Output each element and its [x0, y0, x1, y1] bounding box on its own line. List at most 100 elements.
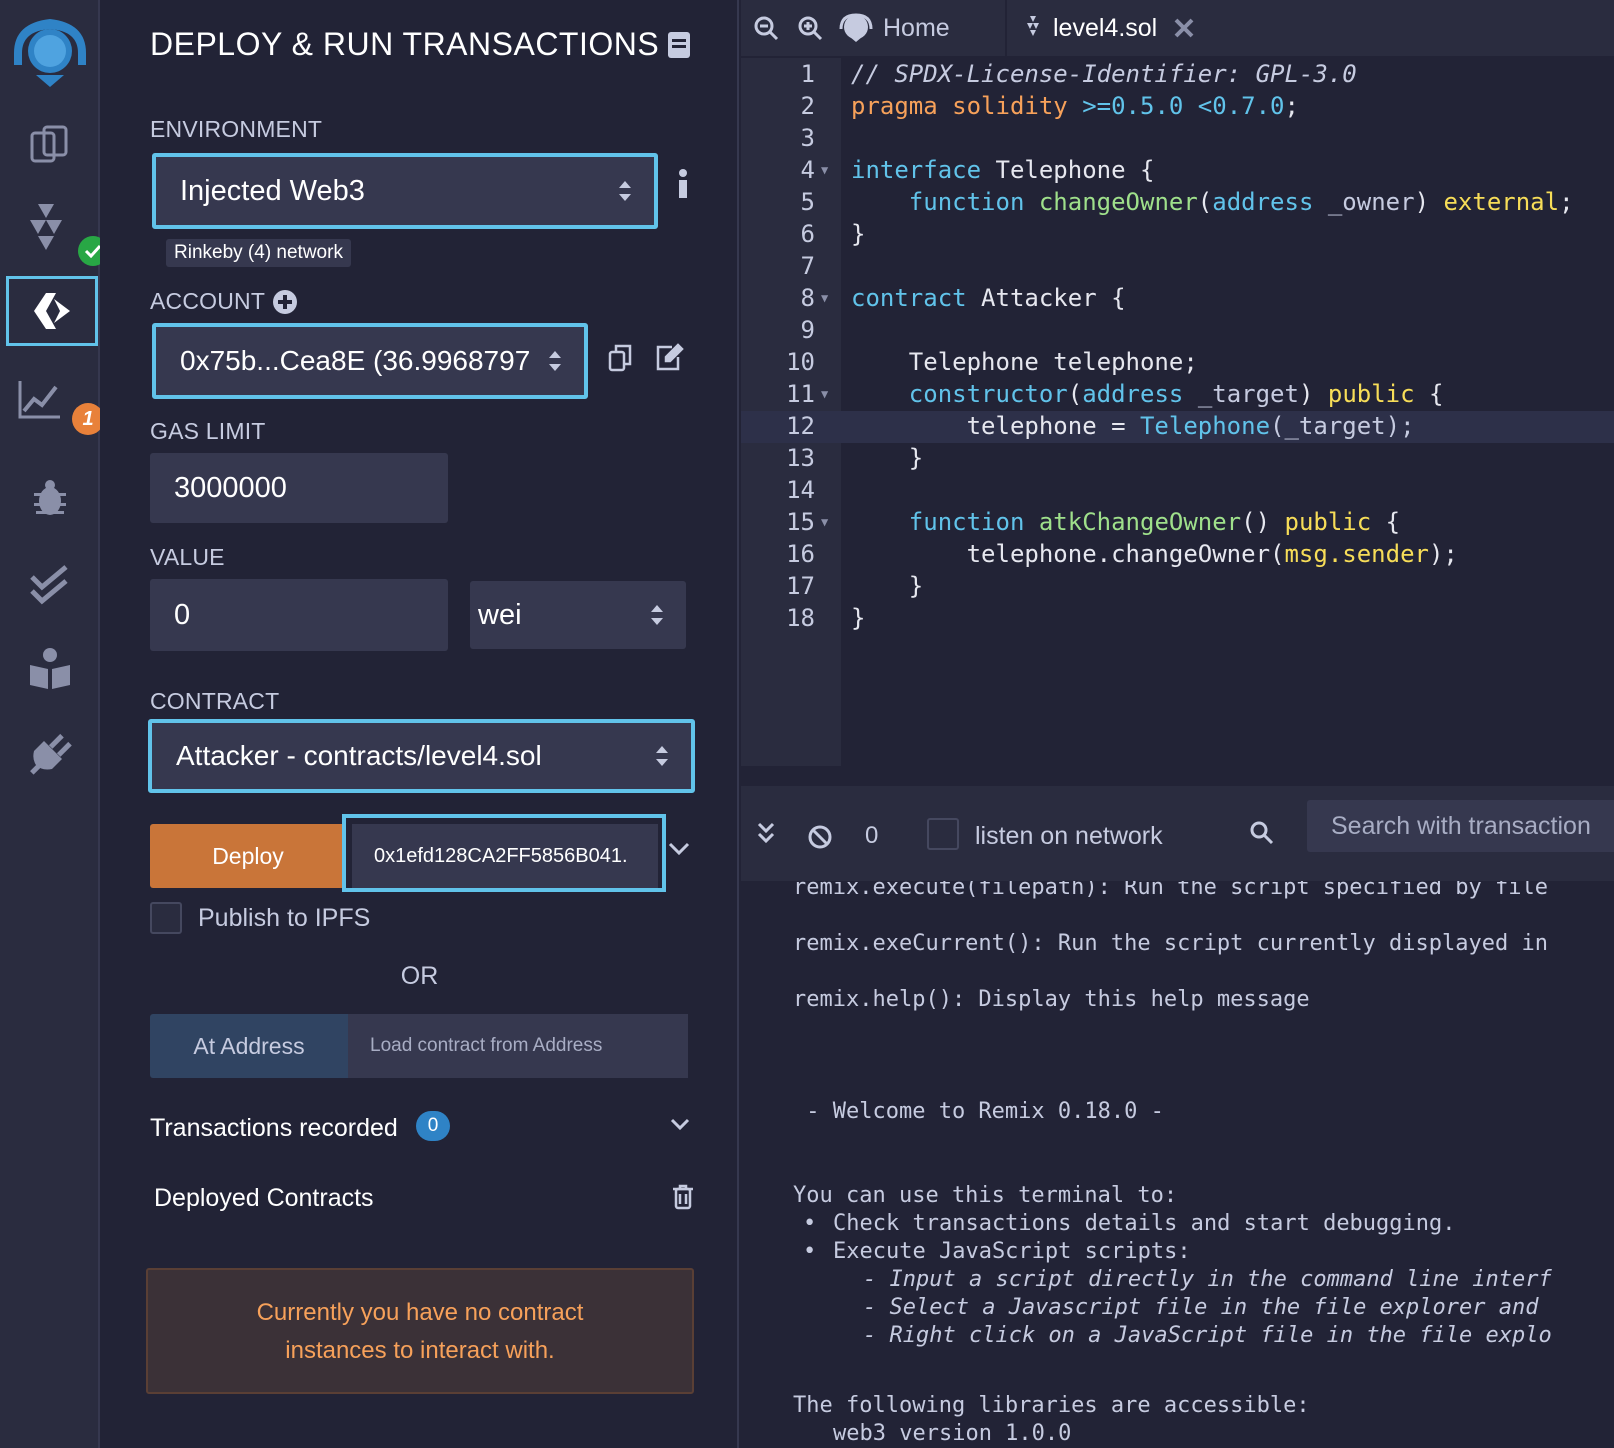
- deploy-button[interactable]: Deploy: [150, 824, 346, 888]
- line-number: 16: [786, 540, 815, 568]
- line-number: 2: [800, 92, 815, 120]
- clear-console-icon[interactable]: [807, 824, 833, 855]
- remix-home-icon: [839, 13, 873, 42]
- debugger-icon[interactable]: [0, 466, 100, 532]
- zoom-out-icon[interactable]: [753, 0, 779, 56]
- deployed-contracts-label: Deployed Contracts: [154, 1184, 374, 1212]
- fold-arrow-icon[interactable]: ▼: [821, 378, 828, 410]
- fold-arrow-icon[interactable]: ▼: [821, 154, 828, 186]
- add-account-icon[interactable]: [272, 289, 298, 320]
- zoom-in-icon[interactable]: [797, 0, 823, 56]
- remix-logo-icon[interactable]: [0, 10, 100, 92]
- no-instances-line1: Currently you have no contract: [256, 1299, 584, 1326]
- search-icon[interactable]: [1249, 820, 1275, 851]
- learneth-icon[interactable]: [0, 636, 100, 702]
- terminal-line: You can use this terminal to:: [793, 1183, 1178, 1208]
- account-select[interactable]: 0x75b...Cea8E (36.9968797: [152, 323, 588, 399]
- info-icon[interactable]: [676, 168, 690, 205]
- tab-level4-sol[interactable]: level4.sol: [1011, 0, 1211, 56]
- code-line-13: }: [851, 444, 924, 472]
- terminal-line: - Select a Javascript file in the file e…: [863, 1295, 1539, 1320]
- code-line-16: telephone.changeOwner(msg.sender);: [966, 540, 1458, 568]
- code-line-18: }: [851, 604, 866, 632]
- icon-bar: 1: [0, 0, 108, 1448]
- bullet-icon: •: [803, 1239, 817, 1264]
- transactions-chevron-icon[interactable]: [670, 1118, 690, 1137]
- trash-icon[interactable]: [672, 1184, 694, 1215]
- listen-network-checkbox[interactable]: [927, 818, 959, 850]
- pending-tx-count: 0: [865, 822, 879, 849]
- edit-icon[interactable]: [654, 343, 684, 376]
- environment-select[interactable]: Injected Web3: [152, 153, 658, 229]
- tab-home-label: Home: [883, 13, 950, 42]
- select-arrows-icon: [549, 351, 561, 371]
- contract-value: Attacker - contracts/level4.sol: [176, 740, 542, 771]
- analysis-icon[interactable]: 1: [0, 372, 104, 442]
- file-explorer-icon[interactable]: [0, 110, 100, 180]
- fold-arrow-icon[interactable]: ▼: [821, 506, 828, 538]
- line-number: 11: [786, 380, 815, 408]
- docs-icon[interactable]: [666, 30, 692, 65]
- gas-limit-input[interactable]: 3000000: [150, 453, 448, 523]
- publish-ipfs-checkbox[interactable]: [150, 902, 182, 934]
- terminal-line: Check transactions details and start deb…: [833, 1211, 1456, 1236]
- no-instances-alert: Currently you have no contract instances…: [146, 1268, 694, 1394]
- copy-icon[interactable]: [608, 344, 632, 377]
- bullet-icon: •: [803, 1211, 817, 1236]
- at-address-button[interactable]: At Address: [150, 1014, 348, 1078]
- terminal-line: remix.execute(filepath): Run the script …: [793, 881, 1548, 900]
- environment-value: Injected Web3: [180, 174, 365, 207]
- contract-select[interactable]: Attacker - contracts/level4.sol: [148, 719, 695, 793]
- line-number: 5: [800, 188, 815, 216]
- code-editor[interactable]: 1 2 3 4 5 6 7 8 9 10 11 12 13 14 15 16 17 18 ▼ ▼ ▼ ▼ // S…: [741, 58, 1614, 766]
- or-label: OR: [400, 962, 439, 990]
- value-unit-select[interactable]: wei: [470, 581, 686, 649]
- editor-tabs: Home level4.sol: [741, 0, 1614, 58]
- value-amount: 0: [174, 598, 191, 631]
- select-arrows-icon: [651, 605, 663, 625]
- code-line-5: function changeOwner(address _owner) ext…: [908, 188, 1574, 216]
- line-number: 1: [800, 60, 815, 88]
- close-tab-icon[interactable]: [1173, 17, 1195, 39]
- tab-divider: [1005, 0, 1007, 58]
- terminal-line: web3 version 1.0.0: [833, 1421, 1072, 1446]
- tab-home[interactable]: Home: [839, 0, 989, 56]
- solidity-file-icon: [1027, 16, 1039, 36]
- unit-testing-icon[interactable]: [0, 552, 100, 618]
- solidity-compiler-icon[interactable]: [0, 196, 108, 272]
- deploy-run-icon[interactable]: [6, 276, 98, 346]
- terminal-toolbar: 0 listen on network Search with transact…: [741, 786, 1614, 881]
- select-arrows-icon: [656, 746, 668, 766]
- tab-file-label: level4.sol: [1053, 13, 1158, 42]
- terminal-line: - Welcome to Remix 0.18.0 -: [793, 1099, 1164, 1124]
- deploy-param-input[interactable]: 0x1efd128CA2FF5856B041.: [352, 824, 658, 888]
- line-number: 9: [800, 316, 815, 344]
- gas-limit-value: 3000000: [174, 471, 287, 504]
- terminal-search-input[interactable]: Search with transaction: [1307, 800, 1614, 852]
- line-number: 8: [800, 284, 815, 312]
- value-unit: wei: [478, 598, 522, 631]
- line-number: 3: [800, 124, 815, 152]
- account-value: 0x75b...Cea8E (36.9968797: [180, 345, 531, 376]
- fold-arrow-icon[interactable]: ▼: [821, 282, 828, 314]
- terminal-line: remix.help(): Display this help message: [793, 987, 1310, 1012]
- plugin-manager-icon[interactable]: [0, 720, 100, 786]
- listen-network-label: listen on network: [975, 822, 1163, 850]
- gas-limit-label: GAS LIMIT: [150, 418, 266, 444]
- deploy-run-panel: DEPLOY & RUN TRANSACTIONS ENVIRONMENT In…: [100, 0, 739, 1448]
- value-input[interactable]: 0: [150, 579, 448, 651]
- terminal-line: Execute JavaScript scripts:: [833, 1239, 1191, 1264]
- at-address-input[interactable]: Load contract from Address: [348, 1014, 688, 1078]
- code-line-11: constructor(address _target) public {: [908, 380, 1444, 408]
- transactions-recorded-label: Transactions recorded: [150, 1114, 398, 1142]
- transactions-count-badge: 0: [416, 1111, 450, 1141]
- chevron-down-icon[interactable]: [668, 842, 690, 861]
- panel-title: DEPLOY & RUN TRANSACTIONS: [150, 26, 660, 62]
- line-number: 12: [786, 412, 815, 440]
- code-line-2: pragma solidity >=0.5.0 <0.7.0;: [851, 92, 1299, 120]
- line-number: 15: [786, 508, 815, 536]
- terminal-line: The following libraries are accessible:: [793, 1393, 1310, 1418]
- line-number: 13: [786, 444, 815, 472]
- line-number: 17: [786, 572, 815, 600]
- collapse-terminal-icon[interactable]: [757, 822, 775, 849]
